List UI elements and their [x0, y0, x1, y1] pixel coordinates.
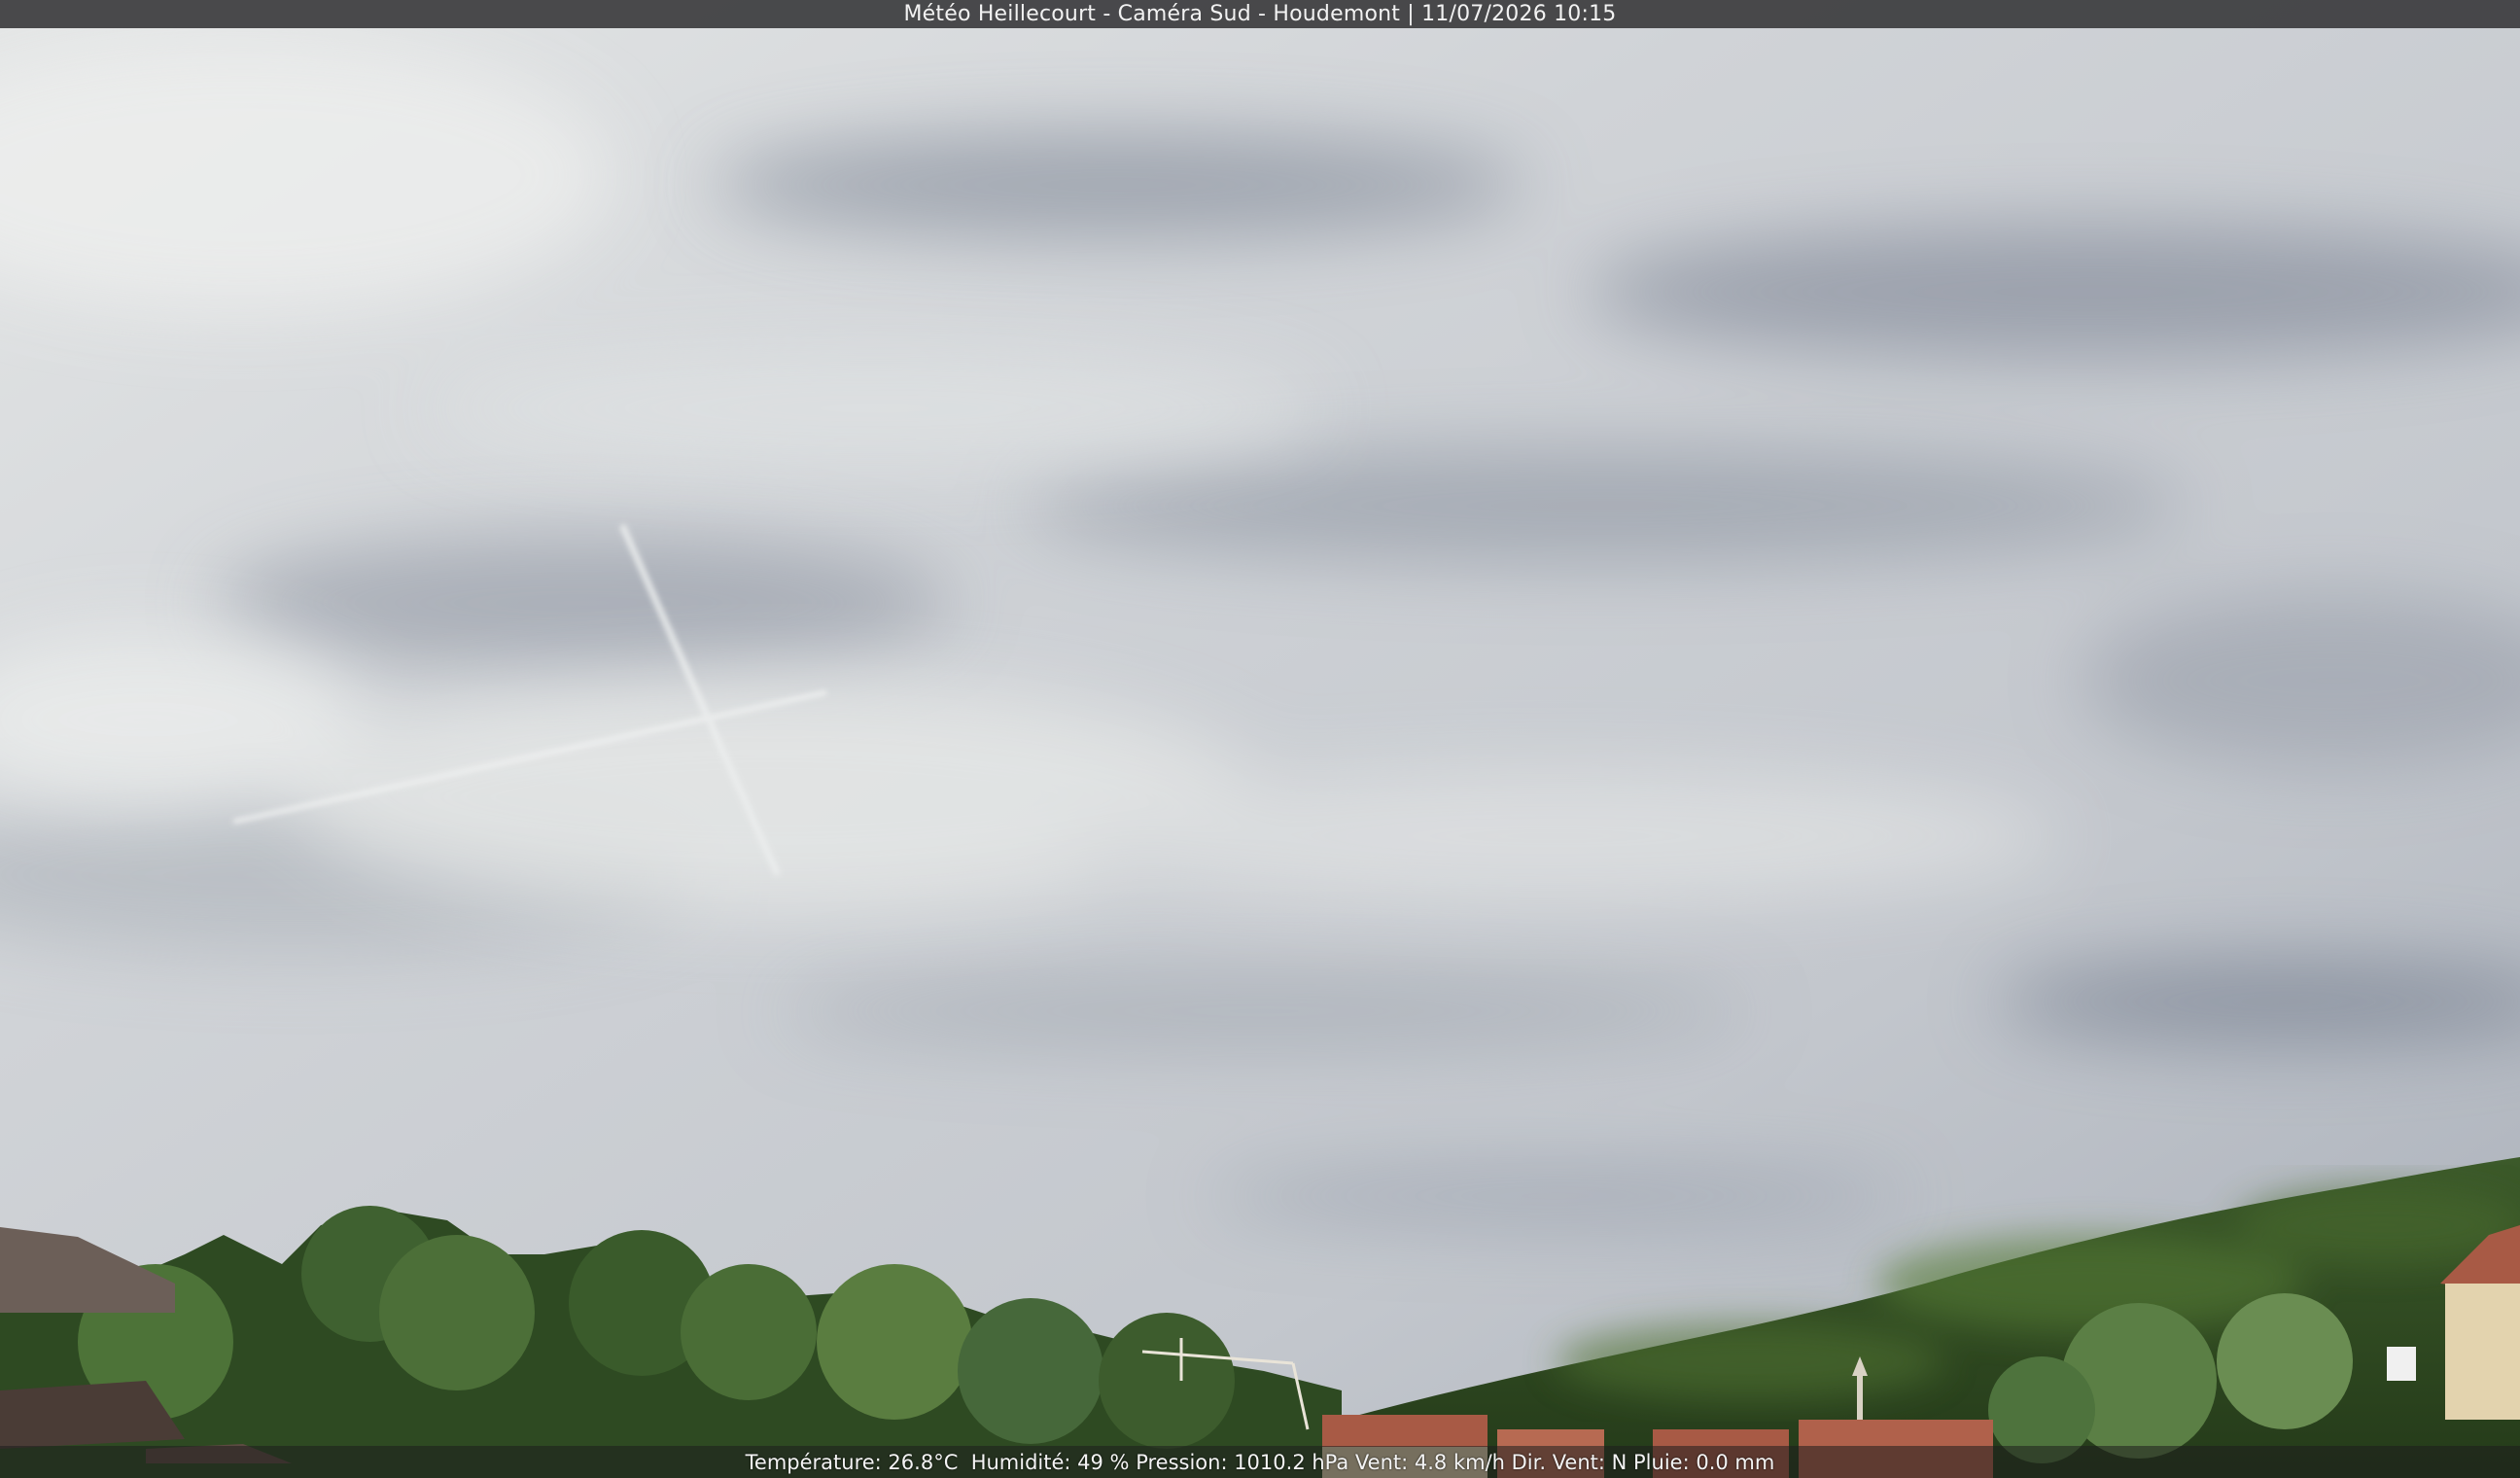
- webcam-image: [0, 0, 2520, 1478]
- camera-title-bar: Météo Heillecourt - Caméra Sud - Houdemo…: [0, 0, 2520, 28]
- webcam-frame: Météo Heillecourt - Caméra Sud - Houdemo…: [0, 0, 2520, 1478]
- camera-title: Météo Heillecourt - Caméra Sud - Houdemo…: [903, 2, 1617, 26]
- weather-readings: Température: 26.8°C Humidité: 49 % Press…: [745, 1450, 1775, 1474]
- weather-info-bar: Température: 26.8°C Humidité: 49 % Press…: [0, 1446, 2520, 1478]
